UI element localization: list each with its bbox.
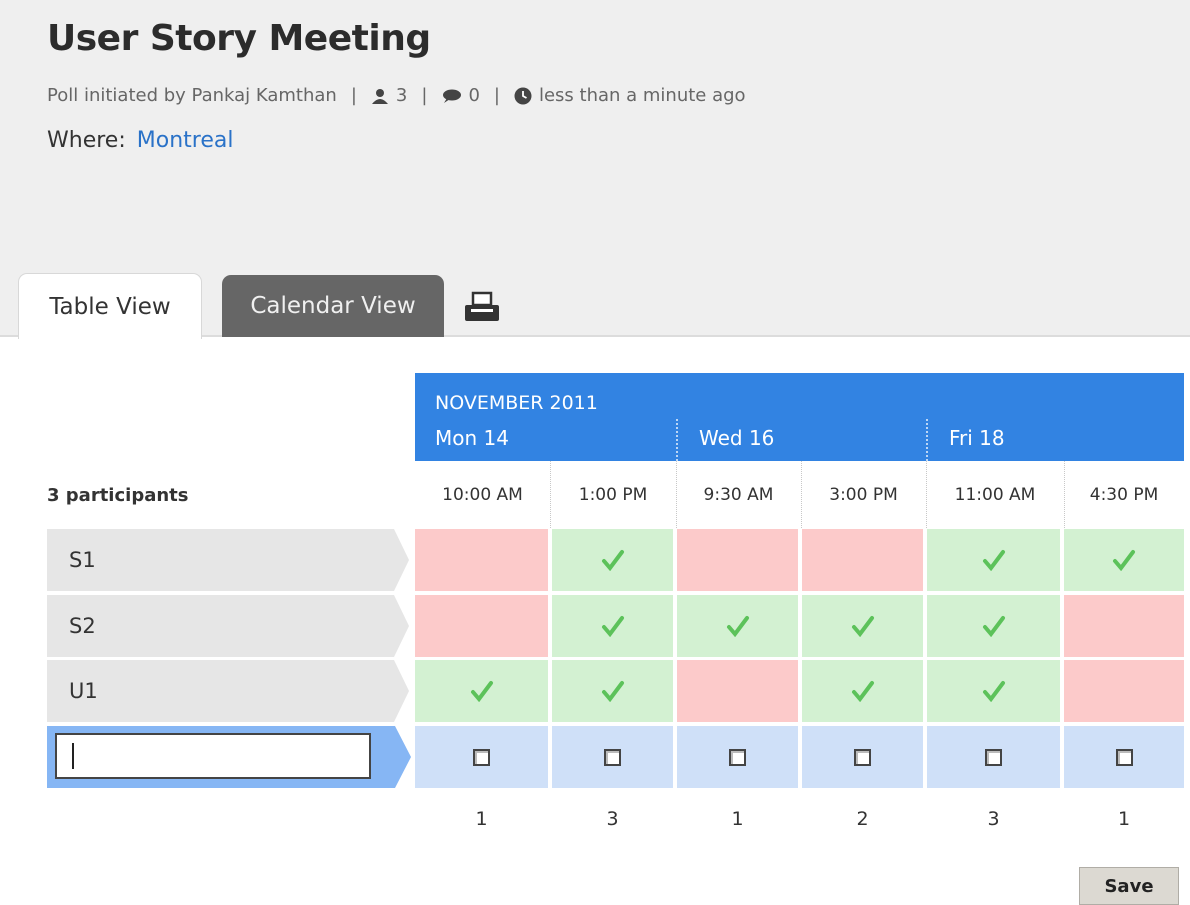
separator: |	[350, 85, 357, 106]
user-icon	[371, 88, 388, 104]
availability-checkbox[interactable]	[854, 748, 871, 766]
availability-checkbox[interactable]	[985, 748, 1002, 766]
slot-count: 3	[987, 808, 1000, 830]
day-label: Wed 16	[699, 426, 775, 450]
save-button[interactable]: Save	[1079, 867, 1179, 905]
separator: |	[421, 85, 428, 106]
checkmark-icon	[982, 550, 1005, 571]
answer-no	[677, 529, 798, 591]
participant-name-input[interactable]	[55, 733, 371, 779]
answer-yes	[1064, 529, 1184, 591]
answer-yes	[552, 595, 673, 657]
time-slots-row: 10:00 AM 1:00 PM 9:30 AM 3:00 PM 11:00 A…	[415, 461, 1184, 528]
separator: |	[493, 85, 500, 106]
checkmark-icon	[851, 681, 874, 702]
answer-yes	[552, 529, 673, 591]
availability-cell	[1064, 726, 1184, 788]
time-ago: less than a minute ago	[538, 85, 746, 106]
comments-count: 0	[468, 85, 480, 106]
month-label: NOVEMBER 2011	[435, 392, 598, 414]
calendar-header: NOVEMBER 2011 Mon 14 Wed 16 Fri 18	[415, 373, 1184, 461]
tab-label: Calendar View	[250, 293, 416, 319]
time-slot: 3:00 PM	[829, 484, 898, 505]
availability-cell	[927, 726, 1060, 788]
location-line: Where: Montreal	[47, 128, 233, 153]
print-icon[interactable]	[463, 291, 501, 329]
comment-icon	[443, 89, 462, 103]
poll-meta: Poll initiated by Pankaj Kamthan | 3 | 0…	[47, 85, 746, 106]
page-title: User Story Meeting	[47, 18, 431, 59]
time-slot: 11:00 AM	[954, 484, 1036, 505]
answer-yes	[927, 595, 1060, 657]
checkmark-icon	[1113, 550, 1135, 571]
availability-cell	[552, 726, 673, 788]
answer-no	[415, 595, 548, 657]
answer-no	[802, 529, 923, 591]
availability-checkbox[interactable]	[604, 748, 621, 766]
participant-name: S2	[47, 595, 409, 657]
time-slot: 10:00 AM	[442, 484, 523, 505]
where-label: Where:	[47, 128, 126, 153]
answer-yes	[802, 660, 923, 722]
answer-yes	[415, 660, 548, 722]
answer-yes	[927, 529, 1060, 591]
location-link[interactable]: Montreal	[137, 128, 234, 153]
checkmark-icon	[726, 616, 749, 637]
answer-yes	[802, 595, 923, 657]
answer-yes	[552, 660, 673, 722]
time-slot: 9:30 AM	[703, 484, 774, 505]
answer-yes	[677, 595, 798, 657]
slot-count: 1	[475, 808, 488, 830]
time-slot: 1:00 PM	[578, 484, 648, 505]
checkmark-icon	[470, 681, 493, 702]
participant-name: U1	[47, 660, 409, 722]
clock-icon	[514, 87, 532, 104]
checkmark-icon	[851, 616, 874, 637]
slot-count: 1	[1117, 808, 1131, 830]
tab-calendar-view[interactable]: Calendar View	[222, 275, 444, 337]
day-divider	[676, 419, 678, 461]
slot-count: 2	[856, 808, 869, 830]
answer-no	[677, 660, 798, 722]
participants-label: 3 participants	[47, 485, 189, 506]
availability-checkbox[interactable]	[729, 748, 746, 766]
initiator-text: Poll initiated by Pankaj Kamthan	[47, 85, 337, 106]
day-divider	[926, 419, 928, 461]
text-cursor	[72, 743, 74, 769]
availability-cell	[415, 726, 548, 788]
answer-no	[1064, 595, 1184, 657]
checkmark-icon	[601, 616, 624, 637]
checkmark-icon	[601, 550, 624, 571]
answer-no	[415, 529, 548, 591]
time-slot: 4:30 PM	[1089, 484, 1159, 505]
participant-name: S1	[47, 529, 409, 591]
slot-count: 3	[606, 808, 619, 830]
checkmark-icon	[982, 616, 1005, 637]
checkmark-icon	[601, 681, 624, 702]
tab-label: Table View	[49, 293, 171, 320]
tab-table-view[interactable]: Table View	[18, 273, 202, 339]
answer-yes	[927, 660, 1060, 722]
availability-cell	[677, 726, 798, 788]
answer-no	[1064, 660, 1184, 722]
day-label: Mon 14	[435, 426, 509, 450]
availability-checkbox[interactable]	[473, 748, 490, 766]
poll-header: User Story Meeting Poll initiated by Pan…	[0, 0, 1190, 339]
participants-count: 3	[395, 85, 408, 106]
day-label: Fri 18	[949, 426, 1005, 450]
checkmark-icon	[982, 681, 1005, 702]
availability-checkbox[interactable]	[1115, 748, 1133, 766]
slot-count: 1	[731, 808, 744, 830]
availability-cell	[802, 726, 923, 788]
